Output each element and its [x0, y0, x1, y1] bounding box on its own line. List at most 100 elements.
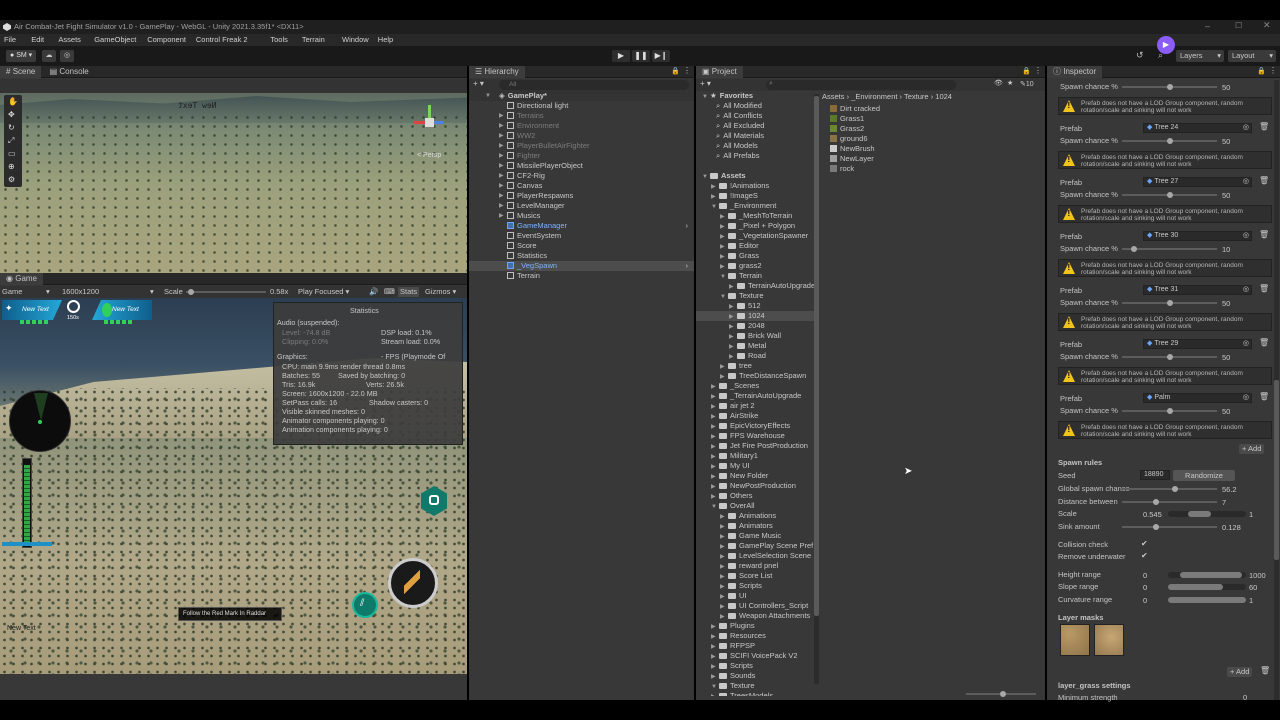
- tab-console[interactable]: ▤ Console: [44, 66, 95, 78]
- remove-prefab-icon[interactable]: 🗑: [1259, 230, 1269, 239]
- project-folder-item[interactable]: ▶ AirStrike: [696, 411, 814, 421]
- object-picker-icon[interactable]: ◎: [1243, 340, 1249, 348]
- layer-mask-thumbnail-2[interactable]: [1094, 624, 1124, 656]
- inspector-scrollbar[interactable]: [1274, 80, 1279, 700]
- maximize-button[interactable]: ☐: [1235, 21, 1242, 30]
- project-folder-item[interactable]: ▶ Score List: [696, 571, 814, 581]
- hierarchy-item[interactable]: ▶ PlayerRespawns: [469, 191, 694, 201]
- slope-range-min[interactable]: 0: [1143, 583, 1147, 592]
- min-strength-value[interactable]: 0: [1243, 693, 1247, 702]
- expand-arrow-icon[interactable]: ▶: [499, 191, 507, 201]
- project-menu-icon[interactable]: ⋮: [1034, 66, 1042, 75]
- project-folder-item[interactable]: ▶ UI Controllers_Script: [696, 601, 814, 611]
- scale-range-max[interactable]: 1: [1249, 510, 1253, 519]
- project-file-item[interactable]: rock: [830, 164, 1030, 174]
- breadcrumb-item[interactable]: 1024: [935, 92, 952, 101]
- project-folder-item[interactable]: ▶ GamePlay Scene Pref: [696, 541, 814, 551]
- expand-arrow-icon[interactable]: ▶: [499, 131, 507, 141]
- slope-range-slider[interactable]: [1168, 584, 1246, 590]
- distance-between-slider[interactable]: [1122, 497, 1217, 507]
- hierarchy-item[interactable]: ▶ Environment: [469, 121, 694, 131]
- project-file-item[interactable]: NewBrush: [830, 144, 1030, 154]
- project-folder-item[interactable]: ▶ tree: [696, 361, 814, 371]
- project-folder-item[interactable]: ▶ TerrainAutoUpgrade: [696, 281, 814, 291]
- project-folder-item[interactable]: ▶ FPS Warehouse: [696, 431, 814, 441]
- sink-amount-slider-value[interactable]: 0.128: [1222, 523, 1241, 532]
- project-folder-item[interactable]: ▶ Plugins: [696, 621, 814, 631]
- project-folder-item[interactable]: ▶ 2048: [696, 321, 814, 331]
- project-search-input[interactable]: ⌕: [766, 80, 956, 90]
- menu-item-terrain[interactable]: Terrain: [302, 35, 325, 44]
- favorite-item[interactable]: ⌕ All Prefabs: [696, 151, 814, 161]
- scale-slider[interactable]: [186, 286, 266, 298]
- menu-item-help[interactable]: Help: [378, 35, 393, 44]
- missile-button[interactable]: [388, 558, 438, 608]
- expand-arrow-icon[interactable]: ▶: [499, 181, 507, 191]
- custom-tool-icon[interactable]: ⚙: [8, 175, 15, 184]
- project-folder-item[interactable]: ▶ TreeDistanceSpawn: [696, 371, 814, 381]
- expand-arrow-icon[interactable]: ▶: [499, 151, 507, 161]
- hierarchy-item[interactable]: ▶ Canvas: [469, 181, 694, 191]
- project-folder-item[interactable]: ▼ _Environment: [696, 201, 814, 211]
- chevron-right-icon[interactable]: ›: [686, 261, 689, 271]
- spawn-chance-slider[interactable]: [1122, 352, 1217, 362]
- add-prefab-button[interactable]: + Add: [1239, 444, 1265, 454]
- expand-arrow-icon[interactable]: ▶: [499, 211, 507, 221]
- add-icon[interactable]: + ▾: [473, 79, 484, 88]
- add-layer-button[interactable]: + Add: [1227, 667, 1253, 677]
- breadcrumb-item[interactable]: Assets: [822, 92, 845, 101]
- hierarchy-search-input[interactable]: All: [499, 80, 689, 90]
- prefab-object-field[interactable]: ◆ Tree 27 ◎: [1143, 177, 1252, 187]
- favorite-item[interactable]: ⌕ All Models: [696, 141, 814, 151]
- gizmos-dropdown[interactable]: Gizmos ▾: [425, 286, 456, 298]
- favorite-item[interactable]: ⌕ All Modified: [696, 101, 814, 111]
- hand-tool-icon[interactable]: ✋: [8, 97, 18, 106]
- project-file-item[interactable]: Dirt cracked: [830, 104, 1030, 114]
- project-folder-item[interactable]: ▶ NewPostProduction: [696, 481, 814, 491]
- project-folder-item[interactable]: ▶ !ImageS: [696, 191, 814, 201]
- project-folder-item[interactable]: ▶ !Animations: [696, 181, 814, 191]
- hierarchy-item[interactable]: ▶ MissilePlayerObject: [469, 161, 694, 171]
- slope-range-max[interactable]: 60: [1249, 583, 1257, 592]
- project-folder-item[interactable]: ▶ Metal: [696, 341, 814, 351]
- project-tree-scrollbar[interactable]: [814, 94, 819, 684]
- display-dropdown[interactable]: Game: [2, 286, 22, 298]
- project-folder-item[interactable]: ▶ reward pnel: [696, 561, 814, 571]
- project-file-item[interactable]: ground6: [830, 134, 1030, 144]
- fire-button[interactable]: ⫽: [352, 592, 378, 618]
- spawn-chance-slider-value[interactable]: 10: [1222, 245, 1230, 254]
- prefab-object-field[interactable]: ◆ Tree 24 ◎: [1143, 123, 1252, 133]
- close-button[interactable]: ✕: [1263, 20, 1271, 31]
- spawn-chance-slider-value[interactable]: 50: [1222, 137, 1230, 146]
- prefab-object-field[interactable]: ◆ Tree 31 ◎: [1143, 285, 1252, 295]
- favorite-item[interactable]: ⌕ All Materials: [696, 131, 814, 141]
- expand-arrow-icon[interactable]: ▶: [711, 692, 719, 696]
- underwater-checkbox[interactable]: ✔: [1141, 551, 1148, 560]
- distance-between-slider-value[interactable]: 7: [1222, 498, 1226, 507]
- minimize-button[interactable]: –: [1205, 21, 1210, 31]
- project-folder-item[interactable]: ▶ Scripts: [696, 581, 814, 591]
- hierarchy-item[interactable]: _VegSpawn ›: [469, 261, 694, 271]
- object-picker-icon[interactable]: ◎: [1243, 232, 1249, 240]
- menu-item-control-freak-2[interactable]: Control Freak 2: [196, 35, 248, 44]
- project-folder-item[interactable]: ▶ air jet 2: [696, 401, 814, 411]
- menu-item-window[interactable]: Window: [342, 35, 369, 44]
- remove-prefab-icon[interactable]: 🗑: [1259, 284, 1269, 293]
- project-zoom-slider[interactable]: [966, 690, 1036, 698]
- spawn-chance-slider-value[interactable]: 50: [1222, 299, 1230, 308]
- pause-button[interactable]: ❚❚: [632, 50, 650, 62]
- spawn-chance-slider-value[interactable]: 50: [1222, 353, 1230, 362]
- assets-header[interactable]: ▼ Assets: [696, 171, 814, 181]
- project-lock-icon[interactable]: 🔒: [1022, 67, 1031, 75]
- remove-layer-icon[interactable]: 🗑: [1260, 666, 1270, 675]
- hierarchy-item[interactable]: ▶ Musics: [469, 211, 694, 221]
- menu-item-edit[interactable]: Edit: [31, 35, 44, 44]
- remove-prefab-icon[interactable]: 🗑: [1259, 392, 1269, 401]
- project-folder-item[interactable]: ▼ Texture: [696, 681, 814, 691]
- curvature-range-min[interactable]: 0: [1143, 596, 1147, 605]
- project-folder-item[interactable]: ▶ My UI: [696, 461, 814, 471]
- spawn-chance-slider[interactable]: [1122, 190, 1217, 200]
- inspector-scroll-thumb[interactable]: [1274, 380, 1279, 560]
- menu-item-component[interactable]: Component: [147, 35, 186, 44]
- step-button[interactable]: ▶❙: [652, 50, 670, 62]
